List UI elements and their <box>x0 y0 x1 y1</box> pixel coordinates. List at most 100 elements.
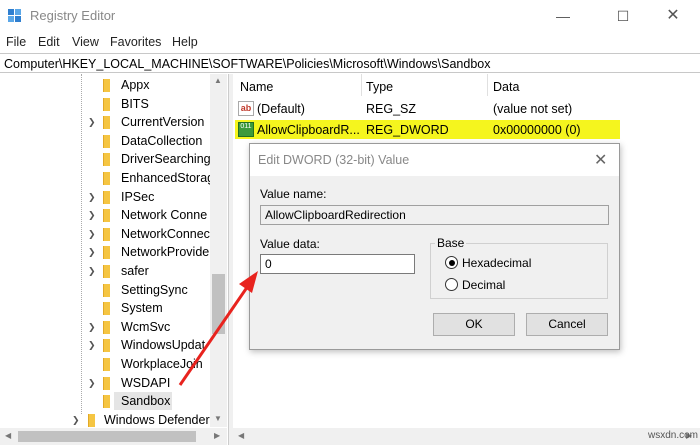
watermark: wsxdn.com <box>648 430 699 441</box>
chevron-right-icon[interactable]: ❯ <box>88 192 96 203</box>
tree-item-label: DriverSearching <box>121 152 211 167</box>
tree-item-label: IPSec <box>121 189 155 204</box>
folder-icon <box>103 134 110 148</box>
column-data-header[interactable]: Data <box>493 80 519 94</box>
value-data-input[interactable]: 0 <box>260 254 415 274</box>
tree-item-label: WcmSvc <box>121 319 171 334</box>
tree-item[interactable]: ❯ safer <box>0 262 210 281</box>
chevron-right-icon[interactable]: ❯ <box>88 210 96 221</box>
chevron-right-icon[interactable]: ❯ <box>88 117 96 128</box>
tree-item[interactable]: EnhancedStorag <box>0 169 214 188</box>
tree-item[interactable]: ❯ NetworkConnec <box>0 225 210 244</box>
value-data-label: Value data: <box>260 237 320 251</box>
decimal-label[interactable]: Decimal <box>462 278 505 292</box>
list-row-default[interactable]: ab (Default) REG_SZ (value not set) <box>235 99 620 118</box>
list-horizontal-scrollbar[interactable]: ◀ ▶ <box>233 428 700 445</box>
folder-icon <box>103 97 110 111</box>
tree-item-label: WindowsUpdat <box>121 338 206 353</box>
value-name-label: Value name: <box>260 187 327 201</box>
folder-icon <box>103 209 110 223</box>
tree-item[interactable]: ❯ WindowsUpdat <box>0 336 210 355</box>
tree-item-label: CurrentVersion <box>121 115 205 130</box>
scroll-right-icon[interactable]: ▶ <box>214 431 220 440</box>
scroll-down-icon[interactable]: ▼ <box>214 414 222 423</box>
menu-view[interactable]: View <box>72 35 99 49</box>
column-name-header[interactable]: Name <box>240 80 273 94</box>
ok-button[interactable]: OK <box>433 313 515 336</box>
chevron-right-icon[interactable]: ❯ <box>88 247 96 258</box>
folder-icon <box>103 227 110 241</box>
close-button[interactable]: ✕ <box>650 0 696 32</box>
column-separator[interactable] <box>361 74 362 96</box>
tree-item-label: WSDAPI <box>121 375 171 390</box>
cancel-button[interactable]: Cancel <box>526 313 608 336</box>
binary-value-icon: 011 <box>238 122 254 137</box>
tree-hscroll-thumb[interactable] <box>18 431 196 442</box>
close-icon[interactable]: ✕ <box>594 150 607 170</box>
dialog-title-bar: Edit DWORD (32-bit) Value ✕ <box>250 144 619 176</box>
scroll-left-icon[interactable]: ◀ <box>238 431 244 440</box>
address-bar[interactable]: Computer\HKEY_LOCAL_MACHINE\SOFTWARE\Pol… <box>0 53 700 73</box>
tree-item[interactable]: ❯ Network Conne <box>0 206 210 225</box>
maximize-button[interactable]: ☐ <box>600 0 646 32</box>
tree-item-label: Appx <box>121 78 150 92</box>
column-type-header[interactable]: Type <box>366 80 393 94</box>
chevron-right-icon[interactable]: ❯ <box>88 340 96 351</box>
tree-item[interactable]: WorkplaceJoin <box>0 355 210 374</box>
tree-item[interactable]: System <box>0 299 210 318</box>
tree-item[interactable]: Sandbox <box>0 392 210 411</box>
scroll-up-icon[interactable]: ▲ <box>214 76 222 85</box>
scroll-left-icon[interactable]: ◀ <box>5 431 11 440</box>
tree-item[interactable]: ❯ NetworkProvide <box>0 243 210 262</box>
chevron-right-icon[interactable]: ❯ <box>72 415 80 426</box>
value-name: (Default) <box>257 102 305 116</box>
value-type: REG_SZ <box>366 102 417 116</box>
folder-icon <box>103 190 110 204</box>
menu-file[interactable]: File <box>6 35 26 49</box>
folder-icon <box>103 172 110 185</box>
folder-icon <box>103 358 110 371</box>
registry-editor-icon <box>8 9 22 23</box>
tree-item[interactable]: DataCollection <box>0 132 210 151</box>
tree-item[interactable]: BITS <box>0 95 210 114</box>
title-bar: Registry Editor — ☐ ✕ <box>0 0 700 32</box>
base-label: Base <box>435 236 467 250</box>
chevron-right-icon[interactable]: ❯ <box>88 229 96 240</box>
hexadecimal-radio[interactable] <box>445 256 458 269</box>
list-row-allowclipboard[interactable]: 011 AllowClipboardR... REG_DWORD 0x00000… <box>235 120 620 139</box>
tree-item-windows-defender[interactable]: ❯ Windows Defender <box>0 411 210 430</box>
value-name: AllowClipboardR... <box>257 123 360 137</box>
tree-item[interactable]: DriverSearching <box>0 150 211 169</box>
menu-help[interactable]: Help <box>172 35 198 49</box>
hexadecimal-label[interactable]: Hexadecimal <box>462 256 531 270</box>
tree-item-label: NetworkConnec <box>121 226 210 241</box>
string-value-icon: ab <box>238 101 254 116</box>
address-path[interactable]: Computer\HKEY_LOCAL_MACHINE\SOFTWARE\Pol… <box>4 57 491 71</box>
tree-item[interactable]: ❯ WSDAPI <box>0 374 210 393</box>
folder-icon <box>103 153 110 167</box>
chevron-right-icon[interactable]: ❯ <box>88 322 96 333</box>
window-title: Registry Editor <box>30 8 116 23</box>
list-header: Name Type Data <box>233 74 700 96</box>
value-type: REG_DWORD <box>366 123 449 137</box>
menu-favorites[interactable]: Favorites <box>110 35 161 49</box>
decimal-radio[interactable] <box>445 278 458 291</box>
tree-item[interactable]: ❯ IPSec <box>0 188 210 207</box>
value-name-field[interactable]: AllowClipboardRedirection <box>260 205 609 225</box>
tree-item-label: Windows Defender <box>104 412 210 427</box>
chevron-right-icon[interactable]: ❯ <box>88 378 96 389</box>
tree-item-label: NetworkProvide <box>121 245 210 260</box>
tree-item[interactable]: Appx <box>0 76 210 95</box>
column-separator[interactable] <box>487 74 488 96</box>
menu-edit[interactable]: Edit <box>38 35 60 49</box>
minimize-button[interactable]: — <box>540 0 586 32</box>
chevron-right-icon[interactable]: ❯ <box>88 266 96 277</box>
tree-scroll-thumb[interactable] <box>212 274 225 334</box>
menu-bar: File Edit View Favorites Help <box>0 33 700 53</box>
tree-item[interactable]: ❯ CurrentVersion <box>0 113 210 132</box>
tree-item[interactable]: SettingSync <box>0 281 210 300</box>
tree-horizontal-scrollbar[interactable]: ◀ ▶ <box>0 428 227 445</box>
tree-vertical-scrollbar[interactable]: ▲ ▼ <box>210 74 227 427</box>
value-data: (value not set) <box>493 102 573 116</box>
tree-item[interactable]: ❯ WcmSvc <box>0 318 210 337</box>
